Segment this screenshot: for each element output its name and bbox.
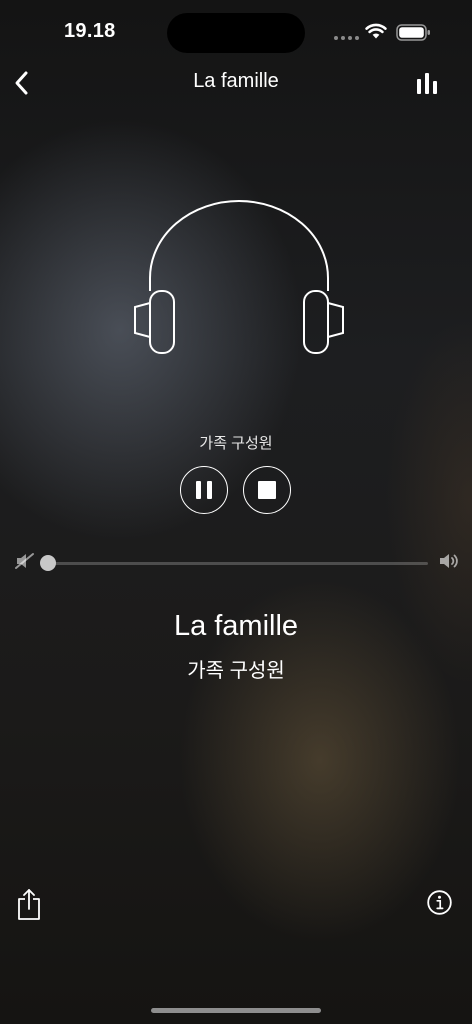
volume-mute-icon <box>15 553 34 569</box>
nav-title: La famille <box>193 70 279 92</box>
equalizer-bars-icon[interactable] <box>414 70 440 96</box>
cellular-signal-icon <box>334 36 359 40</box>
pause-button[interactable] <box>180 466 228 514</box>
dynamic-island <box>167 13 305 53</box>
battery-icon <box>396 24 430 41</box>
info-icon[interactable] <box>427 890 452 915</box>
headphones-icon <box>134 200 344 354</box>
share-icon[interactable] <box>17 888 41 920</box>
track-subtitle: 가족 구성원 <box>187 660 285 682</box>
stop-icon <box>258 481 276 499</box>
stop-button[interactable] <box>243 466 291 514</box>
volume-slider[interactable] <box>40 555 428 571</box>
volume-max-icon <box>440 554 458 568</box>
track-title: La famille <box>173 610 299 642</box>
pause-icon <box>196 481 201 499</box>
status-time: 19.18 <box>64 20 116 42</box>
home-indicator <box>151 1008 321 1013</box>
volume-slider-thumb[interactable] <box>40 555 56 571</box>
now-playing-caption: 가족 구성원 <box>199 435 273 452</box>
wifi-icon <box>365 23 387 39</box>
player-screen: 19.18 La famille 가족 구성원 La famille 가족 구성… <box>0 0 472 1024</box>
